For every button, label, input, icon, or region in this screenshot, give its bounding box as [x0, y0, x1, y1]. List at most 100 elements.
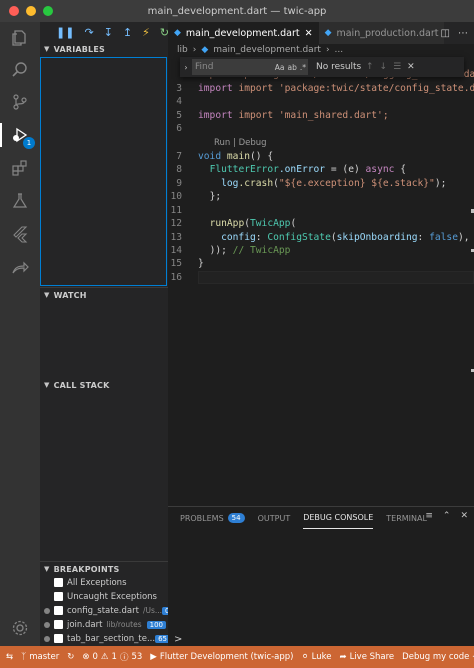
tab-output[interactable]: OUTPUT [258, 507, 291, 529]
user-indicator[interactable]: ⚪ Luke [298, 652, 336, 662]
checkbox[interactable] [54, 620, 63, 629]
variables-pane[interactable] [40, 57, 167, 286]
code-line: 6 [176, 123, 182, 134]
chevron-down-icon: ▼ [44, 291, 50, 299]
close-tab-icon[interactable]: ✕ [305, 28, 313, 39]
search-icon[interactable] [8, 58, 32, 82]
settings-gear-icon[interactable] [8, 616, 32, 640]
problems-indicator[interactable]: ⊗ 0 ⚠ 1 ⓘ 53 [78, 651, 146, 663]
breakpoint-dot-icon [44, 621, 50, 628]
pause-icon[interactable]: ❚❚ [56, 26, 74, 39]
find-in-selection-icon[interactable]: ☰ [393, 62, 401, 72]
chevron-down-icon: ▼ [44, 565, 50, 573]
tab-main-production[interactable]: ◆ main_production.dart [318, 22, 445, 44]
step-over-icon[interactable]: ↷ [84, 26, 93, 39]
chevron-right-icon: › [192, 45, 197, 55]
variables-section-header[interactable]: ▼ VARIABLES [40, 42, 168, 56]
previous-match-icon[interactable]: ↑ [366, 62, 374, 72]
run-debug-icon[interactable]: 1 [0, 123, 35, 149]
branch-indicator[interactable]: ᛉ master [17, 652, 63, 662]
sync-icon[interactable]: ↻ [63, 652, 78, 662]
code-line: 14 )); // TwicApp [170, 245, 291, 256]
extensions-icon[interactable] [8, 156, 32, 180]
dart-file-icon: ◆ [324, 28, 332, 38]
title-bar: main_development.dart — twic-app [0, 0, 474, 22]
bottom-panel: PROBLEMS 54 OUTPUT DEBUG CONSOLE TERMINA… [168, 506, 474, 646]
clear-console-icon[interactable]: ≡ [425, 511, 433, 521]
minimize-window-button[interactable] [26, 6, 36, 16]
person-icon: ⚪ [301, 652, 309, 662]
close-window-button[interactable] [9, 6, 19, 16]
code-line: 5 import import 'main_shared.dart'; [176, 110, 389, 121]
codelens-run-debug[interactable]: Run | Debug [214, 138, 267, 148]
checkbox[interactable] [54, 606, 63, 615]
flutter-icon[interactable] [8, 222, 32, 246]
find-widget: › Find Aa ab .* No results ↑ ↓ ☰ ✕ [180, 57, 464, 77]
step-into-icon[interactable]: ↧ [104, 26, 113, 39]
checkbox[interactable] [54, 592, 63, 601]
tab-main-development[interactable]: ◆ main_development.dart ✕ [168, 22, 319, 44]
chevron-down-icon: ▼ [44, 45, 50, 53]
next-match-icon[interactable]: ↓ [380, 62, 388, 72]
code-line: 7 void main() { [176, 151, 274, 162]
code-editor[interactable]: import 'package:twic/services/logging_se… [168, 57, 474, 506]
more-actions-icon[interactable]: ⋯ [458, 28, 468, 39]
explorer-icon[interactable] [8, 26, 32, 50]
debug-mode-indicator[interactable]: Debug my code + packages [398, 652, 474, 662]
breakpoint-all-exceptions[interactable]: All Exceptions [40, 576, 168, 589]
window-controls [9, 6, 53, 16]
live-share-icon[interactable] [8, 256, 32, 280]
find-input[interactable]: Find Aa ab .* [192, 59, 308, 75]
maximize-panel-icon[interactable]: ⌃ [443, 511, 451, 521]
tab-problems[interactable]: PROBLEMS 54 [180, 507, 245, 529]
breakpoint-config-state[interactable]: config_state.dart /Us... 0 [40, 604, 168, 617]
breadcrumb-folder[interactable]: lib [177, 45, 188, 55]
match-case-toggle[interactable]: Aa [275, 63, 285, 72]
checkbox[interactable] [54, 634, 63, 643]
breakpoint-tab-bar-section[interactable]: tab_bar_section_te... 65 [40, 632, 168, 645]
checkbox[interactable] [54, 578, 63, 587]
dart-file-icon: ◆ [174, 28, 181, 38]
watch-pane[interactable] [40, 302, 168, 378]
breadcrumb-file[interactable]: main_development.dart [213, 45, 321, 55]
breakpoints-section-header[interactable]: ▼ BREAKPOINTS [40, 562, 168, 576]
step-out-icon[interactable]: ↥ [123, 26, 132, 39]
code-line: 16 [170, 272, 182, 283]
debug-console-input[interactable]: > [174, 634, 182, 645]
breadcrumb-more[interactable]: ... [335, 45, 344, 55]
breakpoint-dot-icon [44, 607, 50, 614]
live-share-status[interactable]: ➦ Live Share [335, 652, 398, 662]
find-result-count: No results [316, 62, 362, 72]
code-line: 8 FlutterError.onError = (e) async { [176, 164, 406, 175]
source-control-icon[interactable] [8, 90, 32, 114]
info-icon: ⓘ [119, 653, 129, 663]
remote-indicator[interactable]: ⇆ [0, 652, 17, 662]
testing-flask-icon[interactable] [8, 189, 32, 213]
watch-section-header[interactable]: ▼ WATCH [40, 288, 168, 302]
use-regex-toggle[interactable]: .* [300, 63, 306, 72]
breakpoint-uncaught-exceptions[interactable]: Uncaught Exceptions [40, 590, 168, 603]
toggle-replace-icon[interactable]: › [180, 63, 192, 72]
call-stack-section-header[interactable]: ▼ CALL STACK [40, 378, 168, 392]
status-bar: ⇆ ᛉ master ↻ ⊗ 0 ⚠ 1 ⓘ 53 ▶ Flutter Develop… [0, 646, 474, 668]
close-panel-icon[interactable]: ✕ [460, 511, 468, 521]
error-icon: ⊗ [82, 652, 90, 662]
line-badge: 65 [155, 634, 168, 643]
window-title: main_development.dart — twic-app [147, 5, 327, 17]
close-find-icon[interactable]: ✕ [407, 62, 415, 72]
split-editor-icon[interactable]: ◫ [441, 28, 450, 39]
tab-terminal[interactable]: TERMINAL [386, 507, 427, 529]
dart-file-icon: ◆ [201, 45, 209, 55]
debug-icon: ▶ [150, 652, 157, 662]
hot-reload-icon[interactable]: ⚡ [142, 26, 150, 39]
zoom-window-button[interactable] [43, 6, 53, 16]
branch-icon: ᛉ [21, 652, 27, 662]
call-stack-pane[interactable] [40, 392, 168, 560]
chevron-right-icon: › [325, 45, 330, 55]
match-whole-word-toggle[interactable]: ab [288, 63, 297, 72]
debug-target[interactable]: ▶ Flutter Development (twic-app) [146, 652, 297, 662]
code-line: 15 } [170, 258, 204, 269]
tab-debug-console[interactable]: DEBUG CONSOLE [303, 507, 374, 529]
code-line: 11 [170, 205, 182, 216]
breakpoint-join[interactable]: join.dart lib/routes 100 [40, 618, 168, 631]
